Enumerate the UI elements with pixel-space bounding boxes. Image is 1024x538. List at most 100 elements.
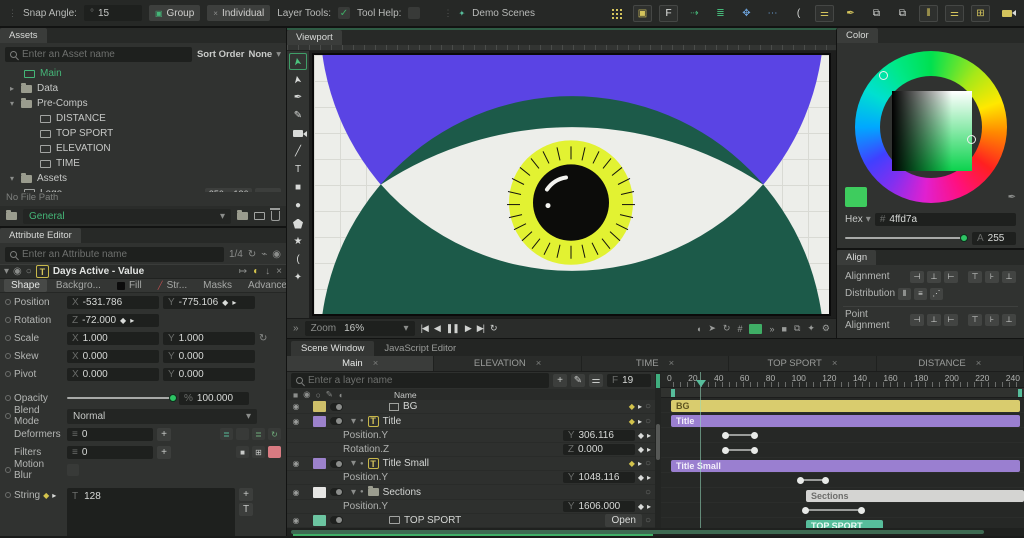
render-column-icon[interactable]: ○	[316, 390, 321, 400]
saturation-value-square[interactable]	[892, 91, 976, 171]
tab-stroke[interactable]: ╱ Str...	[151, 279, 194, 292]
hue-selector[interactable]	[879, 71, 888, 80]
keyframe-icon[interactable]: ◆	[43, 491, 49, 500]
open-folder-icon[interactable]	[237, 210, 248, 220]
expand-tools-icon[interactable]: »	[293, 323, 299, 334]
next-key-icon[interactable]: ▸	[130, 316, 134, 325]
visibility-icon[interactable]: ◉	[291, 402, 301, 411]
asset-item-elevation[interactable]: ELEVATION	[0, 141, 286, 156]
value-input[interactable]: Z 0.000	[562, 443, 635, 455]
alpha-input[interactable]: A 255	[972, 231, 1016, 245]
pivot-y-input[interactable]: Y 0.000	[163, 367, 255, 381]
chevron-down-icon[interactable]: ▾	[351, 487, 356, 498]
chevron-down-icon[interactable]: ▾	[351, 416, 356, 427]
grid-icon[interactable]: #	[737, 324, 742, 334]
grid-layout-icon[interactable]: ⊞	[971, 4, 990, 22]
tag-icon[interactable]: ◖	[696, 324, 701, 334]
chevron-down-icon[interactable]: ▾	[8, 99, 16, 108]
align-tab[interactable]: Align	[837, 250, 877, 265]
comp-tab-distance[interactable]: DISTANCE ×	[877, 356, 1024, 371]
close-icon[interactable]: ×	[669, 358, 675, 369]
point-align-left-icon[interactable]: ⊣	[910, 313, 924, 326]
filter-settings-icon[interactable]: ⚌	[589, 374, 603, 387]
trash-icon[interactable]	[269, 208, 280, 221]
attr-row-title-rotation[interactable]: Rotation.Z Z 0.000 ◆ ▸	[287, 443, 655, 458]
pen-tool[interactable]: ✒	[289, 89, 307, 106]
layer-stack2-icon[interactable]: ⧉	[893, 5, 912, 22]
viewport-tab[interactable]: Viewport	[287, 30, 342, 45]
keyframe-icon[interactable]: ◆	[629, 417, 635, 426]
pause-button[interactable]: ❚❚	[446, 323, 460, 334]
distribute-grid-icon[interactable]: ⋰	[929, 287, 943, 300]
deformers-input[interactable]: ≡ 0	[67, 427, 153, 441]
snap-angle-input[interactable]: ° 15	[83, 5, 142, 21]
open-comp-button[interactable]: Open	[605, 513, 642, 527]
distribute-h-icon[interactable]: ⫴	[898, 287, 911, 300]
attr-row-title-small-position[interactable]: Position.Y Y 1048.116 ◆ ▸	[287, 471, 655, 486]
keyframe-span[interactable]	[802, 506, 865, 514]
connections-icon[interactable]: ⌁	[261, 249, 267, 260]
close-icon[interactable]: ×	[276, 266, 282, 277]
tab-fill[interactable]: Fill	[110, 279, 149, 292]
next-key-icon[interactable]: ▸	[638, 417, 642, 426]
render-toggle[interactable]	[330, 459, 343, 468]
curve-icon[interactable]: (	[789, 5, 808, 22]
timeline-ruler[interactable]: 0 20 40 60 80 100 120 140 160 180 200 220 240	[661, 372, 1024, 388]
cube-tool-icon[interactable]: ▣	[633, 4, 652, 22]
align-right-icon[interactable]: ⊢	[944, 270, 958, 283]
tab-masks[interactable]: Masks	[196, 279, 239, 292]
render-toggle[interactable]	[330, 516, 343, 525]
filters-input[interactable]: ≡ 0	[67, 445, 153, 459]
text-tool[interactable]: T	[289, 161, 307, 178]
attribute-editor-tab[interactable]: Attribute Editor	[0, 228, 81, 243]
javascript-editor-tab[interactable]: JavaScript Editor	[374, 341, 466, 356]
layer-color-swatch[interactable]	[313, 415, 326, 427]
tab-advanced[interactable]: Advanced	[241, 279, 286, 292]
chevron-down-icon[interactable]: ▾	[8, 174, 16, 183]
comp-tab-main[interactable]: Main ×	[287, 356, 435, 371]
distribute-v-icon[interactable]: ≡	[913, 287, 927, 300]
monitor-icon[interactable]	[254, 212, 265, 220]
graph-icon[interactable]: ≣	[711, 5, 730, 22]
align-top-icon[interactable]: ⊤	[968, 270, 982, 283]
close-icon[interactable]: ×	[536, 358, 542, 369]
text-anchor-icon[interactable]: ✒	[841, 5, 860, 22]
string-text-button[interactable]: T	[239, 502, 253, 516]
more-dots-icon[interactable]: ⋯	[763, 5, 782, 22]
value-input[interactable]: Y 1606.000	[562, 500, 635, 512]
color-column-icon[interactable]: ✎	[326, 389, 333, 400]
keyframe-span[interactable]	[722, 446, 758, 454]
attr-row-title-position[interactable]: Position.Y Y 306.116 ◆ ▸	[287, 429, 655, 443]
align-vcenter-icon[interactable]: ⊦	[985, 270, 999, 283]
group-button[interactable]: ▣ Group	[148, 5, 201, 21]
expression-icon[interactable]: ○	[645, 487, 651, 498]
individual-button[interactable]: × Individual	[207, 5, 271, 21]
history-icon[interactable]: ↻	[248, 249, 256, 260]
next-key-icon[interactable]: ▸	[638, 459, 642, 468]
star-tool[interactable]: ★	[289, 233, 307, 250]
keyframe-icon[interactable]: ◆	[629, 402, 635, 411]
visibility-icon[interactable]: ◉	[291, 516, 301, 525]
expression-icon[interactable]: ○	[645, 416, 651, 427]
filter-frame-icon[interactable]: ■	[236, 446, 249, 458]
category-dropdown[interactable]: General ▾	[23, 208, 231, 224]
attribute-search-input[interactable]: Enter an Attribute name	[5, 247, 224, 262]
pivot-x-input[interactable]: X 0.000	[67, 367, 159, 381]
fullscreen-icon[interactable]: ■	[782, 324, 787, 334]
layer-stack-icon[interactable]: ⧉	[867, 5, 886, 22]
solo-icon[interactable]: ○	[26, 266, 32, 277]
isolate-icon[interactable]: ◉	[272, 249, 281, 260]
polygon-tool[interactable]	[289, 215, 307, 232]
pencil-tool[interactable]: ✎	[289, 107, 307, 124]
asset-item-precomps[interactable]: ▾ Pre-Comps	[0, 96, 286, 111]
keyframe-icon[interactable]: ◆	[638, 473, 644, 482]
current-color-swatch[interactable]	[845, 187, 867, 207]
align-left-icon[interactable]: ⊣	[910, 270, 924, 283]
add-layer-button[interactable]: +	[553, 374, 567, 387]
frame-input[interactable]: F 19	[607, 374, 651, 387]
visibility-icon[interactable]: ◉	[291, 459, 301, 468]
visibility-icon[interactable]: ◉	[13, 266, 22, 277]
comp-tab-elevation[interactable]: ELEVATION ×	[434, 356, 582, 371]
layer-color-swatch[interactable]	[313, 514, 326, 526]
render-toggle[interactable]	[330, 402, 343, 411]
